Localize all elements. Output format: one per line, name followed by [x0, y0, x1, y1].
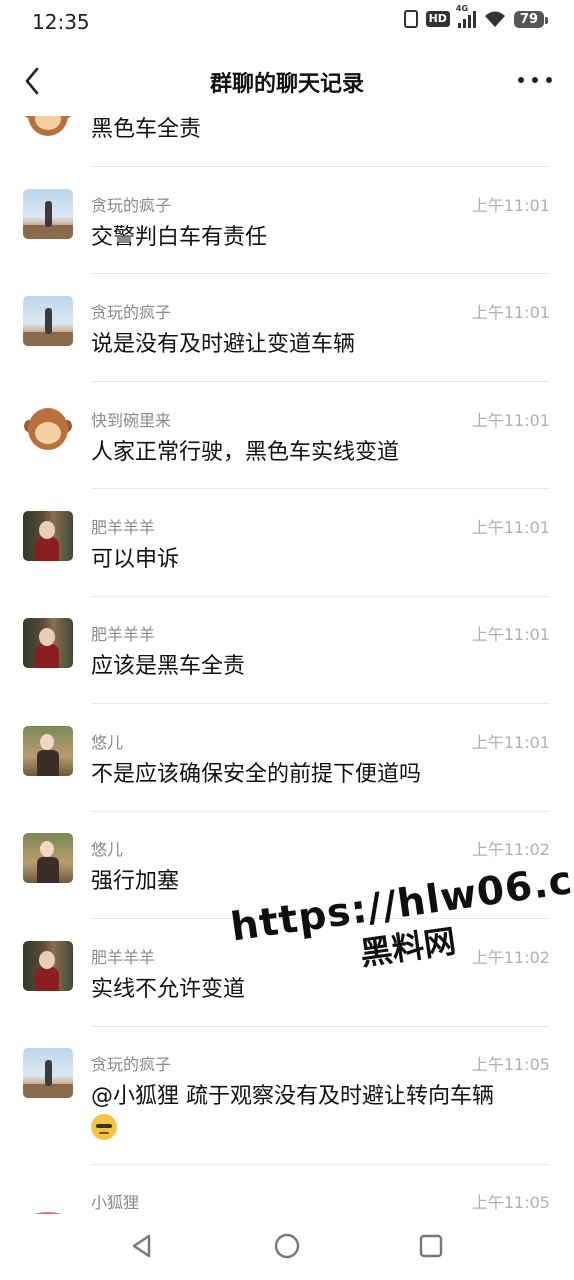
- message-text: 强行加塞: [91, 869, 180, 894]
- avatar[interactable]: [23, 116, 73, 140]
- battery-icon: 79: [513, 10, 549, 28]
- message-time: 上午11:01: [471, 518, 550, 537]
- message-time: 上午11:01: [471, 411, 550, 430]
- divider: [91, 811, 550, 812]
- nav-recents-icon: [419, 1234, 443, 1258]
- signal-icon: 4G: [456, 4, 476, 28]
- message-text: 实线不允许变道: [91, 977, 246, 1002]
- more-icon: [518, 77, 524, 83]
- divider: [91, 381, 550, 382]
- navigation-bar: [0, 1214, 574, 1280]
- message-time: 上午11:05: [471, 1055, 550, 1074]
- sender-name: 贪玩的疯子: [91, 1055, 172, 1074]
- message-time: 上午11:01: [471, 733, 550, 752]
- more-button[interactable]: [518, 68, 552, 92]
- message-time: 上午11:02: [471, 840, 550, 859]
- nav-recents-button[interactable]: [417, 1232, 445, 1260]
- page-title: 群聊的聊天记录: [209, 72, 364, 97]
- message-text: @小狐狸 疏于观察没有及时避让转向车辆: [91, 1084, 494, 1109]
- nav-back-button[interactable]: [128, 1232, 156, 1260]
- avatar[interactable]: [23, 618, 73, 668]
- hd-icon: HD: [425, 11, 450, 27]
- avatar[interactable]: [23, 404, 73, 454]
- message-time: 上午11:01: [471, 625, 550, 644]
- divider: [91, 918, 550, 919]
- sender-name: 悠儿: [91, 733, 124, 752]
- divider: [91, 166, 550, 167]
- message-time: 上午11:02: [471, 948, 550, 967]
- sender-name: 贪玩的疯子: [91, 303, 172, 322]
- message-time: 上午11:01: [471, 303, 550, 322]
- nav-home-button[interactable]: [273, 1232, 301, 1260]
- message-text: 可以申诉: [91, 547, 180, 572]
- message-text: 不是应该确保安全的前提下便道吗: [91, 762, 422, 787]
- message-text: 交警判白车有责任: [91, 225, 268, 250]
- divider: [91, 1026, 550, 1027]
- divider: [91, 488, 550, 489]
- sender-name: 小狐狸: [91, 1193, 140, 1212]
- status-bar: 12:35 HD 4G 79: [0, 0, 574, 46]
- avatar[interactable]: [23, 1048, 73, 1098]
- sender-name: 肥羊羊羊: [91, 625, 156, 644]
- nav-home-icon: [274, 1233, 300, 1259]
- emoji-icon: [91, 1114, 117, 1140]
- divider: [91, 596, 550, 597]
- message-time: 上午11:05: [471, 1193, 550, 1212]
- avatar[interactable]: [23, 511, 73, 561]
- avatar[interactable]: [23, 941, 73, 991]
- avatar[interactable]: [23, 189, 73, 239]
- chat-history-list[interactable]: 黑色车全责 贪玩的疯子 上午11:01 交警判白车有责任 贪玩的疯子 上午11:…: [0, 116, 574, 1214]
- sender-name: 肥羊羊羊: [91, 948, 156, 967]
- message-text: 人家正常行驶，黑色车实线变道: [91, 440, 400, 465]
- nav-back-icon: [132, 1234, 151, 1258]
- title-bar: 群聊的聊天记录: [0, 46, 574, 116]
- avatar[interactable]: [23, 1186, 73, 1214]
- message-text: 说是没有及时避让变道车辆: [91, 332, 356, 357]
- sender-name: 贪玩的疯子: [91, 196, 172, 215]
- sender-name: 悠儿: [91, 840, 124, 859]
- divider: [91, 703, 550, 704]
- sender-name: 快到碗里来: [91, 411, 172, 430]
- vibrate-icon: [403, 10, 418, 28]
- network-label: 4G: [455, 4, 469, 13]
- status-time: 12:35: [32, 10, 90, 34]
- message-text: 应该是黑车全责: [91, 654, 246, 679]
- sender-name: 肥羊羊羊: [91, 518, 156, 537]
- divider: [91, 273, 550, 274]
- divider: [91, 1164, 550, 1165]
- avatar[interactable]: [23, 833, 73, 883]
- status-icons: HD 4G 79: [403, 4, 549, 28]
- wifi-icon: [484, 10, 506, 28]
- avatar[interactable]: [23, 726, 73, 776]
- message-text: 黑色车全责: [91, 117, 202, 142]
- message-time: 上午11:01: [471, 196, 550, 215]
- avatar[interactable]: [23, 296, 73, 346]
